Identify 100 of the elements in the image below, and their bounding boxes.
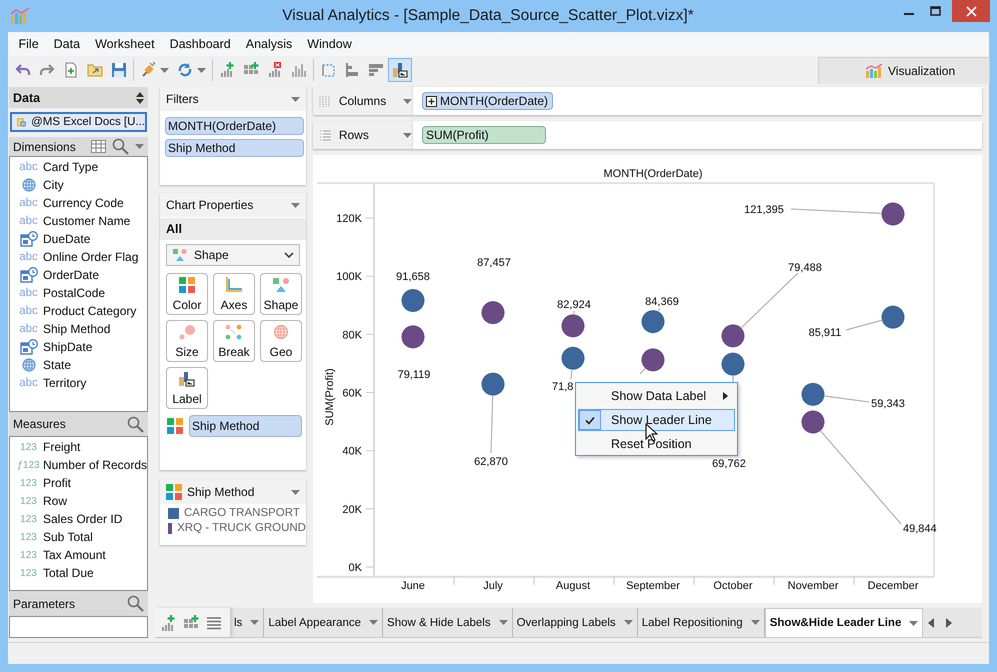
shelf-label: Columns xyxy=(338,94,388,108)
menu-item[interactable]: Window xyxy=(300,37,360,51)
field-name[interactable]: Tax Amount xyxy=(43,548,106,562)
sheet-tab[interactable]: Label Appearance xyxy=(264,608,384,637)
axis-title: SUM(Profit) xyxy=(324,368,336,426)
axis-label: 100K xyxy=(336,271,362,284)
type-label: abc xyxy=(19,323,38,335)
field-name[interactable]: Online Order Flag xyxy=(43,250,138,264)
panel-title: Chart Properties xyxy=(166,198,254,212)
view-tab[interactable]: Visualization xyxy=(818,57,990,84)
type-label: 123 xyxy=(20,478,37,488)
field-name[interactable]: Number of Records xyxy=(42,458,147,472)
color-button[interactable]: Color xyxy=(166,273,208,315)
type-label: abc xyxy=(19,305,38,317)
type-label: ƒ123 xyxy=(17,460,40,470)
type-label: 123 xyxy=(20,532,37,542)
geo-button[interactable]: Geo xyxy=(260,320,302,362)
axis-label: June xyxy=(401,580,425,592)
type-label: 123 xyxy=(20,568,37,578)
field-pill[interactable]: Ship Method xyxy=(165,139,304,157)
panel-title: Data xyxy=(13,90,42,104)
sheet-tab[interactable]: Show&Hide Leader Line xyxy=(764,608,924,637)
menu-item[interactable]: Show Data Label xyxy=(578,385,735,407)
data-label: 87,457 xyxy=(477,257,511,269)
field-name[interactable]: Total Due xyxy=(43,566,94,580)
data-label: 91,658 xyxy=(396,271,430,283)
field-name[interactable]: DueDate xyxy=(43,232,90,246)
field-name[interactable]: OrderDate xyxy=(43,268,100,282)
type-label: abc xyxy=(19,161,38,173)
mark-type-dropdown[interactable]: Shape xyxy=(166,244,300,266)
menu-item[interactable]: Dashboard xyxy=(162,37,238,51)
shape-button[interactable]: Shape xyxy=(260,273,302,315)
field-name[interactable]: Row xyxy=(43,494,68,508)
axes-button[interactable]: Axes xyxy=(213,273,255,315)
type-label: abc xyxy=(19,287,38,299)
sheet-tab[interactable]: Overlapping Labels xyxy=(512,608,638,637)
sheet-tab[interactable]: Show & Hide Labels xyxy=(383,608,513,637)
menu-item[interactable]: Analysis xyxy=(238,37,300,51)
type-label: abc xyxy=(19,377,38,389)
field-name[interactable]: Product Category xyxy=(43,304,136,318)
menu-item[interactable]: File xyxy=(11,37,46,51)
field-name[interactable]: Freight xyxy=(43,440,80,454)
sheet-tab[interactable]: ls xyxy=(230,608,264,637)
field-name[interactable]: Territory xyxy=(43,376,86,390)
field-pill[interactable]: Ship Method xyxy=(189,415,302,437)
menu-item[interactable]: Worksheet xyxy=(88,37,162,51)
axis-label: 20K xyxy=(342,504,362,516)
axis-label: August xyxy=(556,580,590,592)
field-name[interactable]: City xyxy=(43,178,64,192)
field-name[interactable]: Sales Order ID xyxy=(43,512,122,526)
type-label: 123 xyxy=(20,496,37,506)
axis-label: 40K xyxy=(342,446,362,458)
field-name[interactable]: Sub Total xyxy=(43,530,93,544)
field-pill[interactable]: MONTH(OrderDate) xyxy=(165,117,304,135)
menu-item[interactable]: Reset Position xyxy=(578,433,735,455)
data-label: 79,488 xyxy=(788,262,822,274)
section-title: Parameters xyxy=(13,596,76,610)
legend-label: XRQ - TRUCK GROUND xyxy=(177,522,306,534)
scope-label: All xyxy=(160,218,306,240)
type-label: 123 xyxy=(20,442,37,452)
field-name[interactable]: Customer Name xyxy=(43,214,130,228)
axis-label: 120K xyxy=(336,213,362,226)
legend-title: Ship Method xyxy=(187,485,256,499)
field-name[interactable]: PostalCode xyxy=(43,286,106,300)
shelf-label: Rows xyxy=(338,128,370,142)
axis-label: November xyxy=(788,580,838,592)
section-title: Dimensions xyxy=(13,140,77,154)
menu-item[interactable]: Show Leader Line xyxy=(578,409,735,431)
data-label: 79,119 xyxy=(398,369,430,381)
data-label: 69,762 xyxy=(712,458,746,470)
data-label: 84,369 xyxy=(645,296,679,308)
legend-label: CARGO TRANSPORT xyxy=(184,507,300,519)
data-label: 49,844 xyxy=(903,523,937,535)
data-label: 71,8 xyxy=(552,381,574,393)
axis-label: December xyxy=(868,580,918,592)
field-name[interactable]: ShipDate xyxy=(43,340,92,354)
chart-title: MONTH(OrderDate) xyxy=(604,168,702,180)
type-label: abc xyxy=(19,251,38,263)
window-title: Visual Analytics - [Sample_Data_Source_Scatter_Plot.vizx]* xyxy=(281,6,695,25)
field-name[interactable]: Card Type xyxy=(43,160,98,174)
type-label: abc xyxy=(19,215,38,227)
break-button[interactable]: Break xyxy=(213,320,255,362)
field-name[interactable]: Ship Method xyxy=(43,322,110,336)
axis-label: 0K xyxy=(348,562,362,574)
field-name[interactable]: State xyxy=(43,358,72,372)
label-button[interactable]: Label xyxy=(166,367,208,409)
type-label: 123 xyxy=(20,550,37,560)
menu-item[interactable]: Data xyxy=(46,37,88,51)
field-name[interactable]: Profit xyxy=(43,476,72,490)
data-label: 121,395 xyxy=(744,204,784,216)
field-pill[interactable]: SUM(Profit) xyxy=(422,126,546,144)
data-source-item[interactable]: @MS Excel Docs [U... xyxy=(10,112,147,132)
size-button[interactable]: Size xyxy=(166,320,208,362)
data-label: 85,911 xyxy=(808,327,842,339)
section-title: Measures xyxy=(13,417,67,431)
axis-label: October xyxy=(713,580,753,592)
panel-title: Filters xyxy=(166,92,200,106)
data-label: 82,924 xyxy=(557,299,591,311)
field-pill[interactable]: MONTH(OrderDate) xyxy=(422,92,554,110)
field-name[interactable]: Currency Code xyxy=(43,196,124,210)
